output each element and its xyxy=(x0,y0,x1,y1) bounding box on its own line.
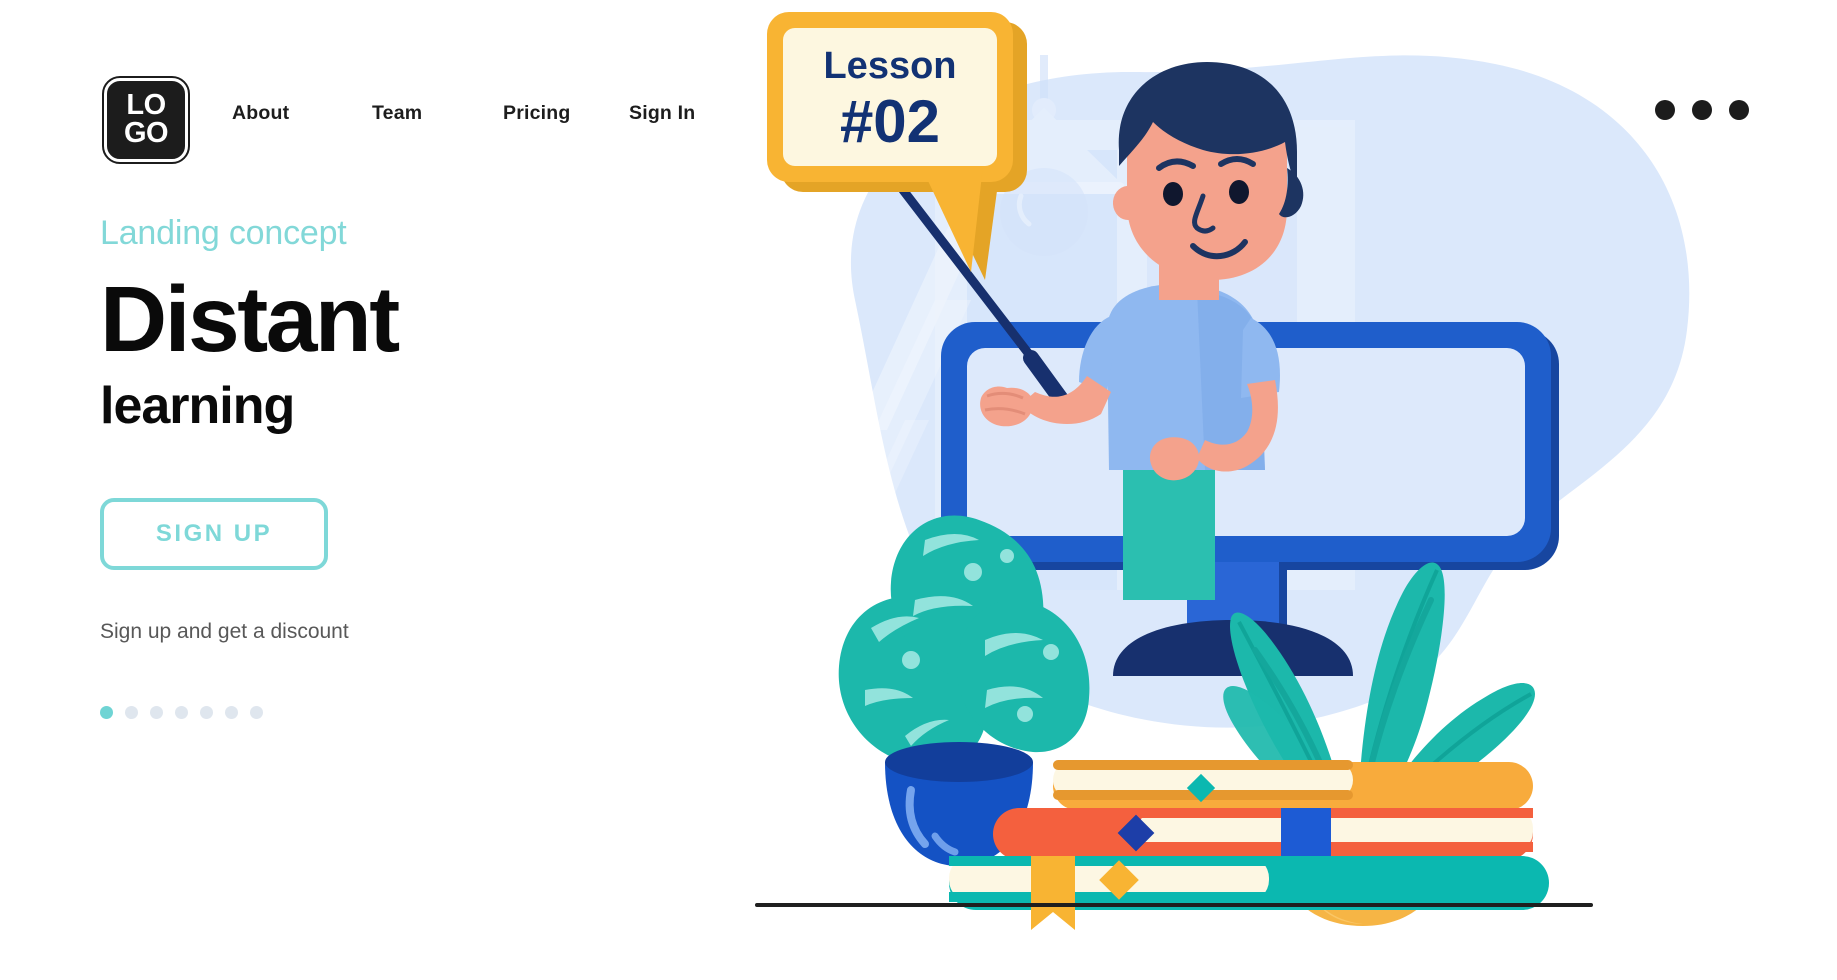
landing-page: LO GO About Team Pricing Sign In Landing… xyxy=(0,0,1837,980)
discount-note: Sign up and get a discount xyxy=(100,620,349,643)
pager-dot-1[interactable] xyxy=(100,706,113,719)
speech-bubble-line-1: Lesson xyxy=(823,45,956,87)
pager-dot-2[interactable] xyxy=(125,706,138,719)
logo-line-2: GO xyxy=(123,117,169,149)
speech-bubble-line-2: #02 xyxy=(840,88,940,155)
nav-item-about[interactable]: About xyxy=(232,102,372,125)
pager-dot-5[interactable] xyxy=(200,706,213,719)
logo-line-1: LO xyxy=(126,89,166,122)
pager-dot-6[interactable] xyxy=(225,706,238,719)
carousel-pager xyxy=(100,706,700,719)
logo[interactable]: LO GO xyxy=(102,76,190,164)
hero-section: Landing concept Distant learning SIGN UP… xyxy=(100,214,700,719)
book-teal xyxy=(949,856,1549,930)
pager-dot-4[interactable] xyxy=(175,706,188,719)
hero-eyebrow: Landing concept xyxy=(100,214,347,252)
pager-dot-3[interactable] xyxy=(150,706,163,719)
hero-illustration: Lesson #02 xyxy=(735,0,1837,980)
nav-item-team[interactable]: Team xyxy=(372,102,503,125)
book-amber xyxy=(1053,760,1533,810)
page-subtitle: learning xyxy=(100,377,295,435)
page-title: Distant xyxy=(100,267,400,371)
main-navigation: About Team Pricing Sign In xyxy=(232,102,749,125)
pager-dot-7[interactable] xyxy=(250,706,263,719)
nav-item-pricing[interactable]: Pricing xyxy=(503,102,629,125)
nav-item-sign-in[interactable]: Sign In xyxy=(629,102,749,125)
sign-up-button[interactable]: SIGN UP xyxy=(100,498,328,570)
